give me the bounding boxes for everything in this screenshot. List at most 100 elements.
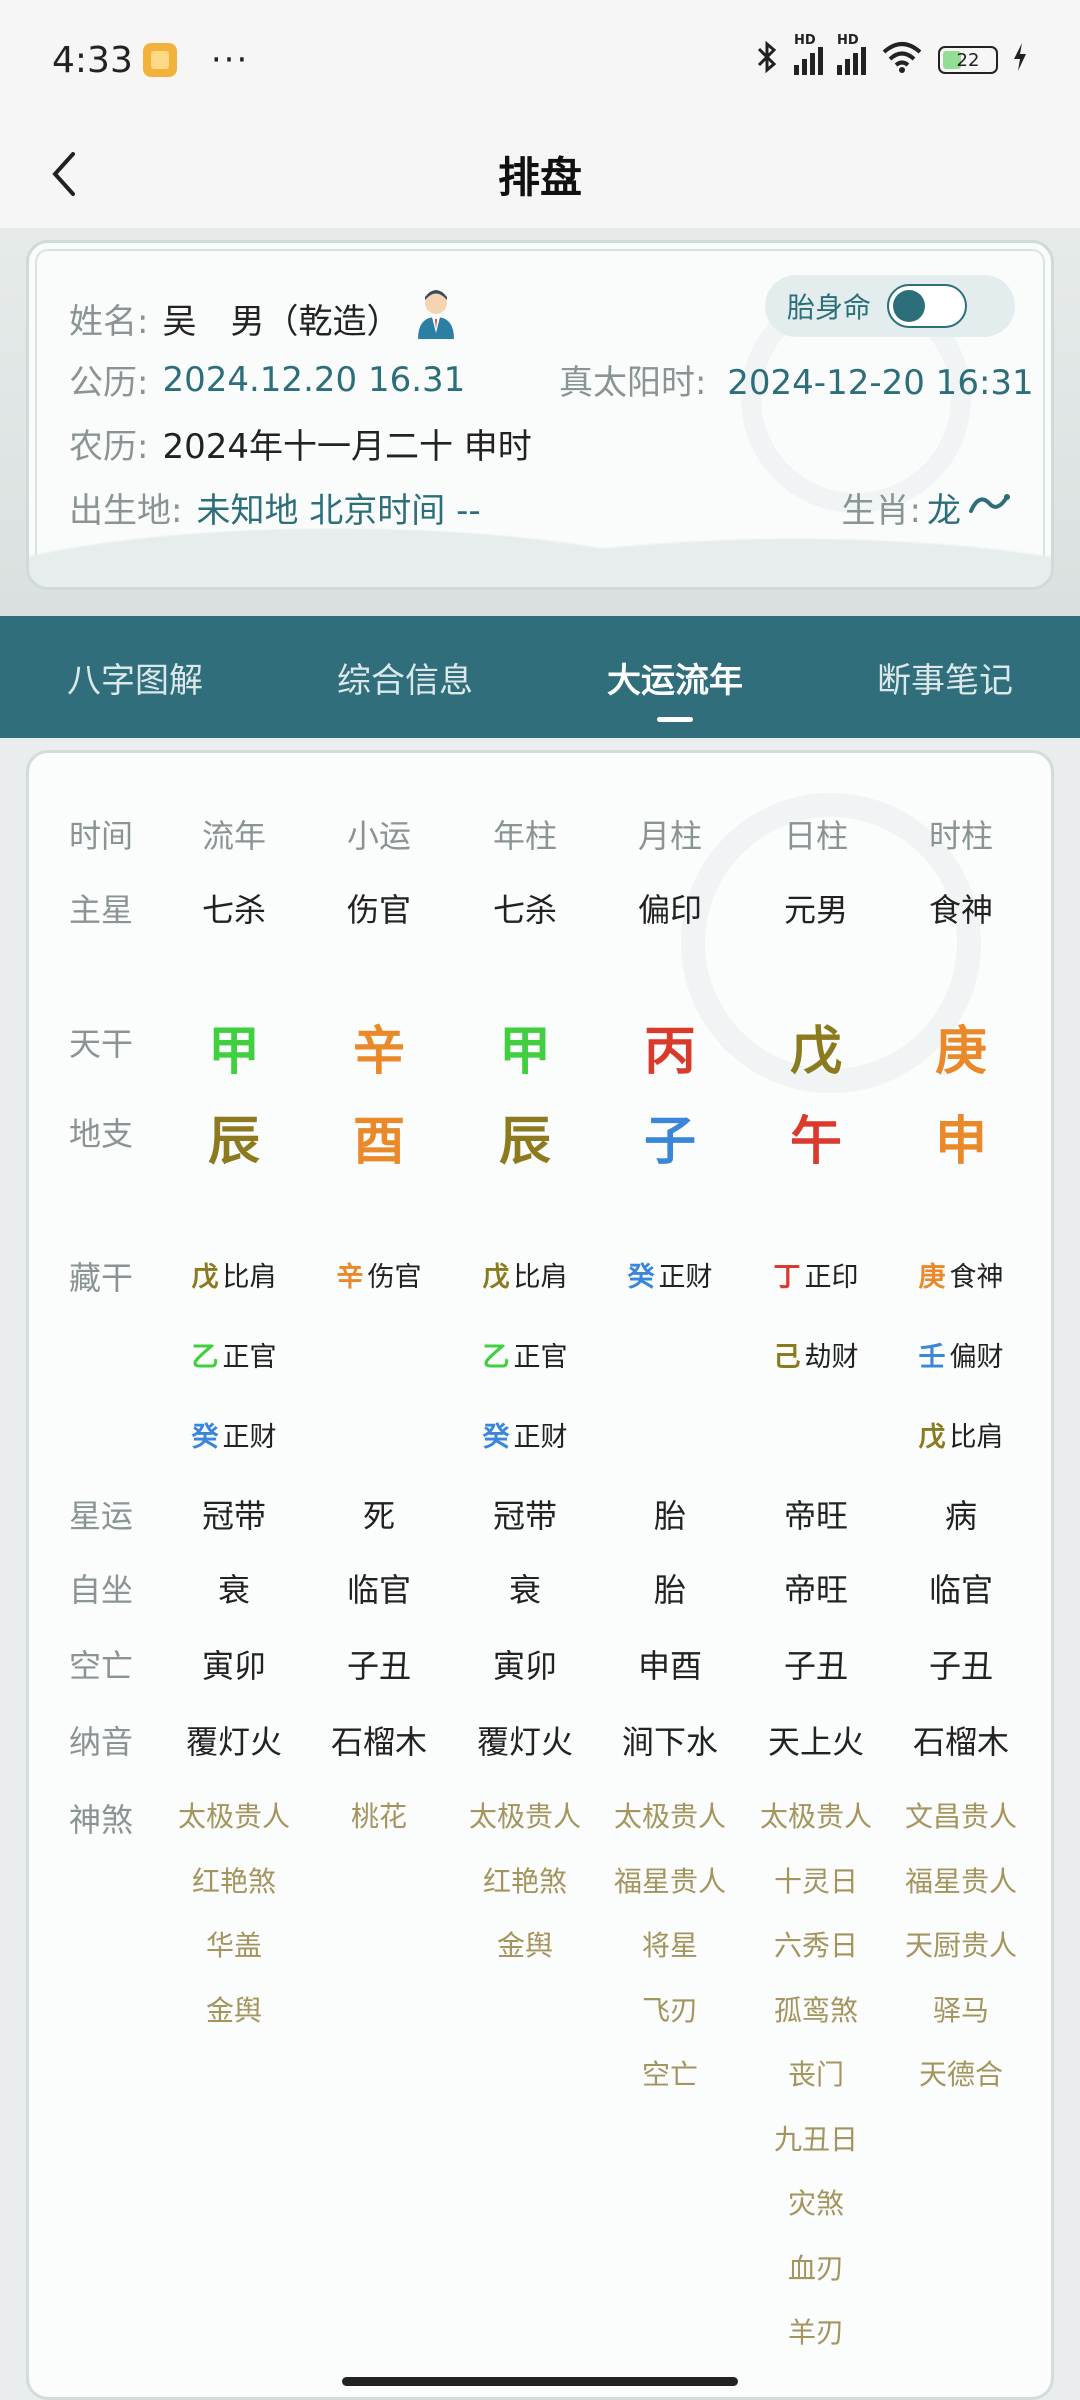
dizhi-label: 地支	[69, 1115, 134, 1153]
canggan-cell: 己劫财	[743, 1335, 889, 1374]
canggan-shishen: 正印	[804, 1262, 859, 1293]
column-header: 日柱	[783, 817, 848, 855]
zhuxing-cell: 偏印	[637, 891, 702, 929]
nayin-cell: 覆灯火	[476, 1723, 573, 1761]
shensha-cell: 文昌贵人	[904, 1800, 1017, 1833]
canggan-shishen: 正财	[513, 1422, 568, 1453]
tab-notes[interactable]: 断事笔记	[810, 653, 1080, 702]
canggan-cell: 乙正官	[452, 1335, 598, 1374]
canggan-cell: 戊比肩	[888, 1415, 1034, 1454]
male-avatar-icon	[414, 289, 458, 348]
kongwang-cell: 寅卯	[492, 1647, 557, 1685]
column-header: 时柱	[928, 817, 993, 855]
bazi-table-card: 时间 流年 小运 年柱 月柱 日柱 时柱 主星 七杀 伤官 七杀 偏印 元男 食神 天干甲辛甲丙戊庚地支辰酉…	[26, 750, 1054, 2400]
tab-general-info[interactable]: 综合信息	[270, 653, 540, 702]
shensha-cell: 将星	[641, 1929, 698, 1962]
xingyun-label: 星运	[69, 1497, 134, 1535]
zizuo-cell: 临官	[928, 1571, 993, 1609]
dizhi-cell: 午	[789, 1112, 842, 1172]
nayin-cell: 石榴木	[330, 1723, 427, 1761]
true-solar-label: 真太阳时:	[559, 363, 707, 403]
tab-bar: 八字图解 综合信息 大运流年 断事笔记	[0, 616, 1080, 738]
true-solar-value: 2024-12-20 16:31	[727, 363, 1034, 403]
tab-dayun-liunian[interactable]: 大运流年	[540, 653, 810, 722]
lunar-value: 2024年十一月二十 申时	[162, 427, 532, 467]
shensha-cell: 天德合	[918, 2058, 1003, 2091]
canggan-cell: 戊比肩	[161, 1255, 307, 1294]
xingyun-cell: 死	[362, 1497, 395, 1535]
back-button[interactable]	[34, 144, 94, 204]
column-header: 小运	[346, 817, 411, 855]
shensha-cell: 血刃	[787, 2251, 844, 2285]
solar-label: 公历:	[69, 363, 149, 403]
canggan-stem: 戊	[918, 1422, 946, 1453]
nayin-cell: 涧下水	[621, 1723, 718, 1761]
canggan-cell: 癸正财	[161, 1415, 307, 1454]
tiangan-cell: 丙	[643, 1022, 696, 1082]
zizuo-cell: 衰	[217, 1571, 250, 1609]
solar-row: 公历: 2024.12.20 16.31	[69, 355, 465, 404]
canggan-cell: 乙正官	[161, 1335, 307, 1374]
status-bar: 4:33 ··· HD HD 22	[0, 0, 1080, 120]
zhuxing-cell: 七杀	[492, 891, 557, 929]
zhuxing-cell: 伤官	[346, 891, 411, 929]
xingyun-cell: 冠带	[201, 1497, 266, 1535]
battery-icon: 22	[938, 46, 998, 74]
shensha-cell: 飞刃	[641, 1993, 698, 2027]
header-time-label: 时间	[69, 817, 134, 855]
canggan-stem: 癸	[482, 1422, 510, 1453]
tiangan-cell: 辛	[352, 1022, 405, 1082]
signal-icon-1: HD	[794, 33, 823, 75]
column-header: 月柱	[637, 817, 702, 855]
canggan-cell: 戊比肩	[452, 1255, 598, 1294]
place-row: 出生地: 未知地 北京时间 --	[69, 483, 481, 532]
canggan-shishen: 偏财	[949, 1342, 1004, 1373]
lunar-row: 农历: 2024年十一月二十 申时	[69, 419, 532, 468]
zizuo-cell: 临官	[346, 1571, 411, 1609]
canggan-shishen: 正官	[222, 1342, 277, 1373]
canggan-stem: 己	[773, 1342, 801, 1373]
shensha-cell: 桃花	[350, 1800, 407, 1833]
canggan-shishen: 比肩	[949, 1422, 1004, 1453]
tab-bazi-diagram[interactable]: 八字图解	[0, 653, 270, 702]
signal-icon-2: HD	[837, 33, 866, 75]
shensha-cell: 福星贵人	[613, 1864, 726, 1898]
zhuxing-cell: 食神	[928, 891, 993, 929]
tiangan-cell: 甲	[498, 1022, 551, 1082]
kongwang-cell: 子丑	[928, 1647, 993, 1685]
zodiac-label: 生肖:	[841, 491, 921, 531]
nayin-cell: 石榴木	[912, 1723, 1009, 1761]
canggan-cell: 壬偏财	[888, 1335, 1034, 1374]
taishenming-toggle-container[interactable]: 胎身命	[765, 275, 1015, 337]
nayin-label: 纳音	[69, 1723, 134, 1761]
zhuxing-cell: 七杀	[201, 891, 266, 929]
kongwang-label: 空亡	[69, 1647, 134, 1685]
zodiac-value: 龙	[927, 491, 961, 531]
canggan-stem: 壬	[918, 1342, 946, 1373]
dizhi-cell: 辰	[207, 1112, 260, 1172]
shensha-cell: 福星贵人	[904, 1864, 1017, 1898]
canggan-cell: 庚食神	[888, 1255, 1034, 1294]
app-header: 排盘	[0, 120, 1080, 228]
canggan-shishen: 比肩	[513, 1262, 568, 1293]
bluetooth-icon	[754, 40, 780, 81]
shensha-cell: 羊刃	[787, 2316, 844, 2349]
info-card: 姓名: 吴 男（乾造） 胎身命 公历: 2024.12.20 16.31 真太阳…	[26, 240, 1054, 590]
place-label: 出生地:	[69, 491, 183, 531]
canggan-stem: 庚	[918, 1262, 946, 1293]
kongwang-cell: 子丑	[346, 1647, 411, 1685]
canggan-shishen: 正财	[658, 1262, 713, 1293]
canggan-shishen: 正官	[513, 1342, 568, 1373]
dizhi-cell: 申	[934, 1112, 987, 1172]
nayin-cell: 天上火	[767, 1723, 864, 1761]
canggan-stem: 乙	[191, 1342, 219, 1373]
xingyun-cell: 冠带	[492, 1497, 557, 1535]
tiangan-cell: 庚	[934, 1022, 987, 1082]
page-title: 排盘	[497, 152, 582, 202]
canggan-shishen: 比肩	[222, 1262, 277, 1293]
tiangan-cell: 甲	[207, 1022, 260, 1082]
shensha-cell: 驿马	[932, 1993, 989, 2027]
canggan-cell: 丁正印	[743, 1255, 889, 1294]
taishenming-toggle[interactable]	[887, 284, 968, 328]
canggan-stem: 癸	[191, 1422, 219, 1453]
